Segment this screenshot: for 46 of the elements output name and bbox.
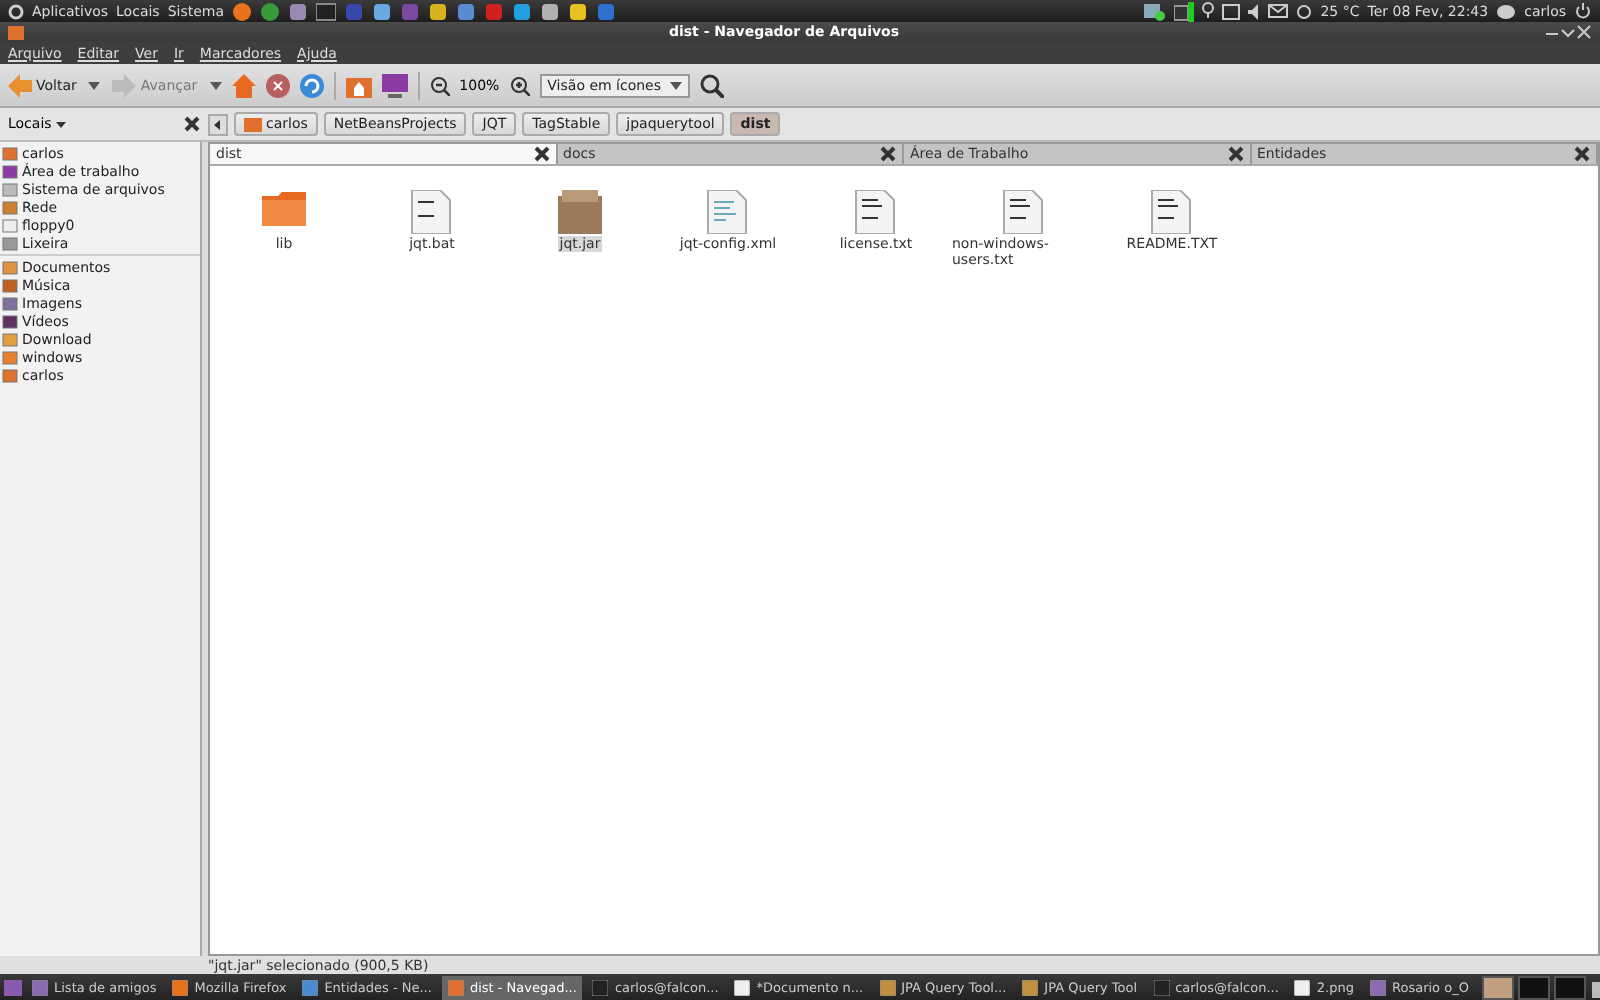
app-icon xyxy=(8,24,24,40)
launcher-icon[interactable] xyxy=(428,1,449,21)
caret-icon xyxy=(669,81,682,89)
launcher-icon[interactable] xyxy=(540,1,561,21)
bulb-icon[interactable] xyxy=(1202,2,1215,20)
battery-icon[interactable] xyxy=(1174,1,1195,21)
logo-icon[interactable] xyxy=(8,3,24,19)
search-icon[interactable] xyxy=(699,73,724,97)
scroll-left-icon[interactable] xyxy=(208,113,228,135)
launcher-icon[interactable] xyxy=(232,1,253,21)
maximize-icon[interactable] xyxy=(1560,24,1576,40)
launcher-icon[interactable] xyxy=(288,1,309,21)
arrow-icon xyxy=(8,73,32,97)
arrow-icon xyxy=(112,73,137,97)
launcher-icon[interactable] xyxy=(512,1,533,21)
show-desktop-icon[interactable] xyxy=(4,977,22,997)
close-icon[interactable] xyxy=(533,146,549,162)
volume-icon[interactable] xyxy=(1248,3,1261,19)
launcher-icon[interactable] xyxy=(372,1,393,21)
launcher-icon[interactable] xyxy=(260,1,281,21)
text-file-icon[interactable] xyxy=(854,190,898,234)
stop-icon[interactable] xyxy=(265,73,290,97)
zoom-out-icon[interactable] xyxy=(429,75,450,95)
close-icon[interactable] xyxy=(1574,146,1590,162)
launcher-icon[interactable] xyxy=(568,1,589,21)
workspace-switcher[interactable] xyxy=(1518,975,1551,999)
caret-icon[interactable] xyxy=(209,81,222,89)
zoom-in-icon[interactable] xyxy=(509,75,530,95)
text-file-icon[interactable] xyxy=(1150,190,1194,234)
mail-icon[interactable] xyxy=(1268,4,1289,18)
computer-icon[interactable] xyxy=(381,73,408,97)
text-file-icon[interactable] xyxy=(410,190,454,234)
workspace-switcher[interactable] xyxy=(1482,975,1515,999)
launcher-icon[interactable] xyxy=(456,1,477,21)
text-file-icon[interactable] xyxy=(1002,190,1046,234)
power-icon[interactable] xyxy=(1574,2,1592,20)
caret-icon[interactable] xyxy=(55,121,66,127)
reload-icon[interactable] xyxy=(299,73,324,97)
workspace-switcher[interactable] xyxy=(1554,975,1587,999)
close-icon[interactable] xyxy=(184,116,200,132)
package-icon[interactable] xyxy=(558,190,602,234)
xml-file-icon[interactable] xyxy=(706,190,750,234)
close-icon[interactable] xyxy=(880,146,896,162)
display-icon[interactable] xyxy=(1222,3,1241,19)
caret-icon[interactable] xyxy=(88,81,101,89)
close-icon[interactable] xyxy=(1227,146,1243,162)
